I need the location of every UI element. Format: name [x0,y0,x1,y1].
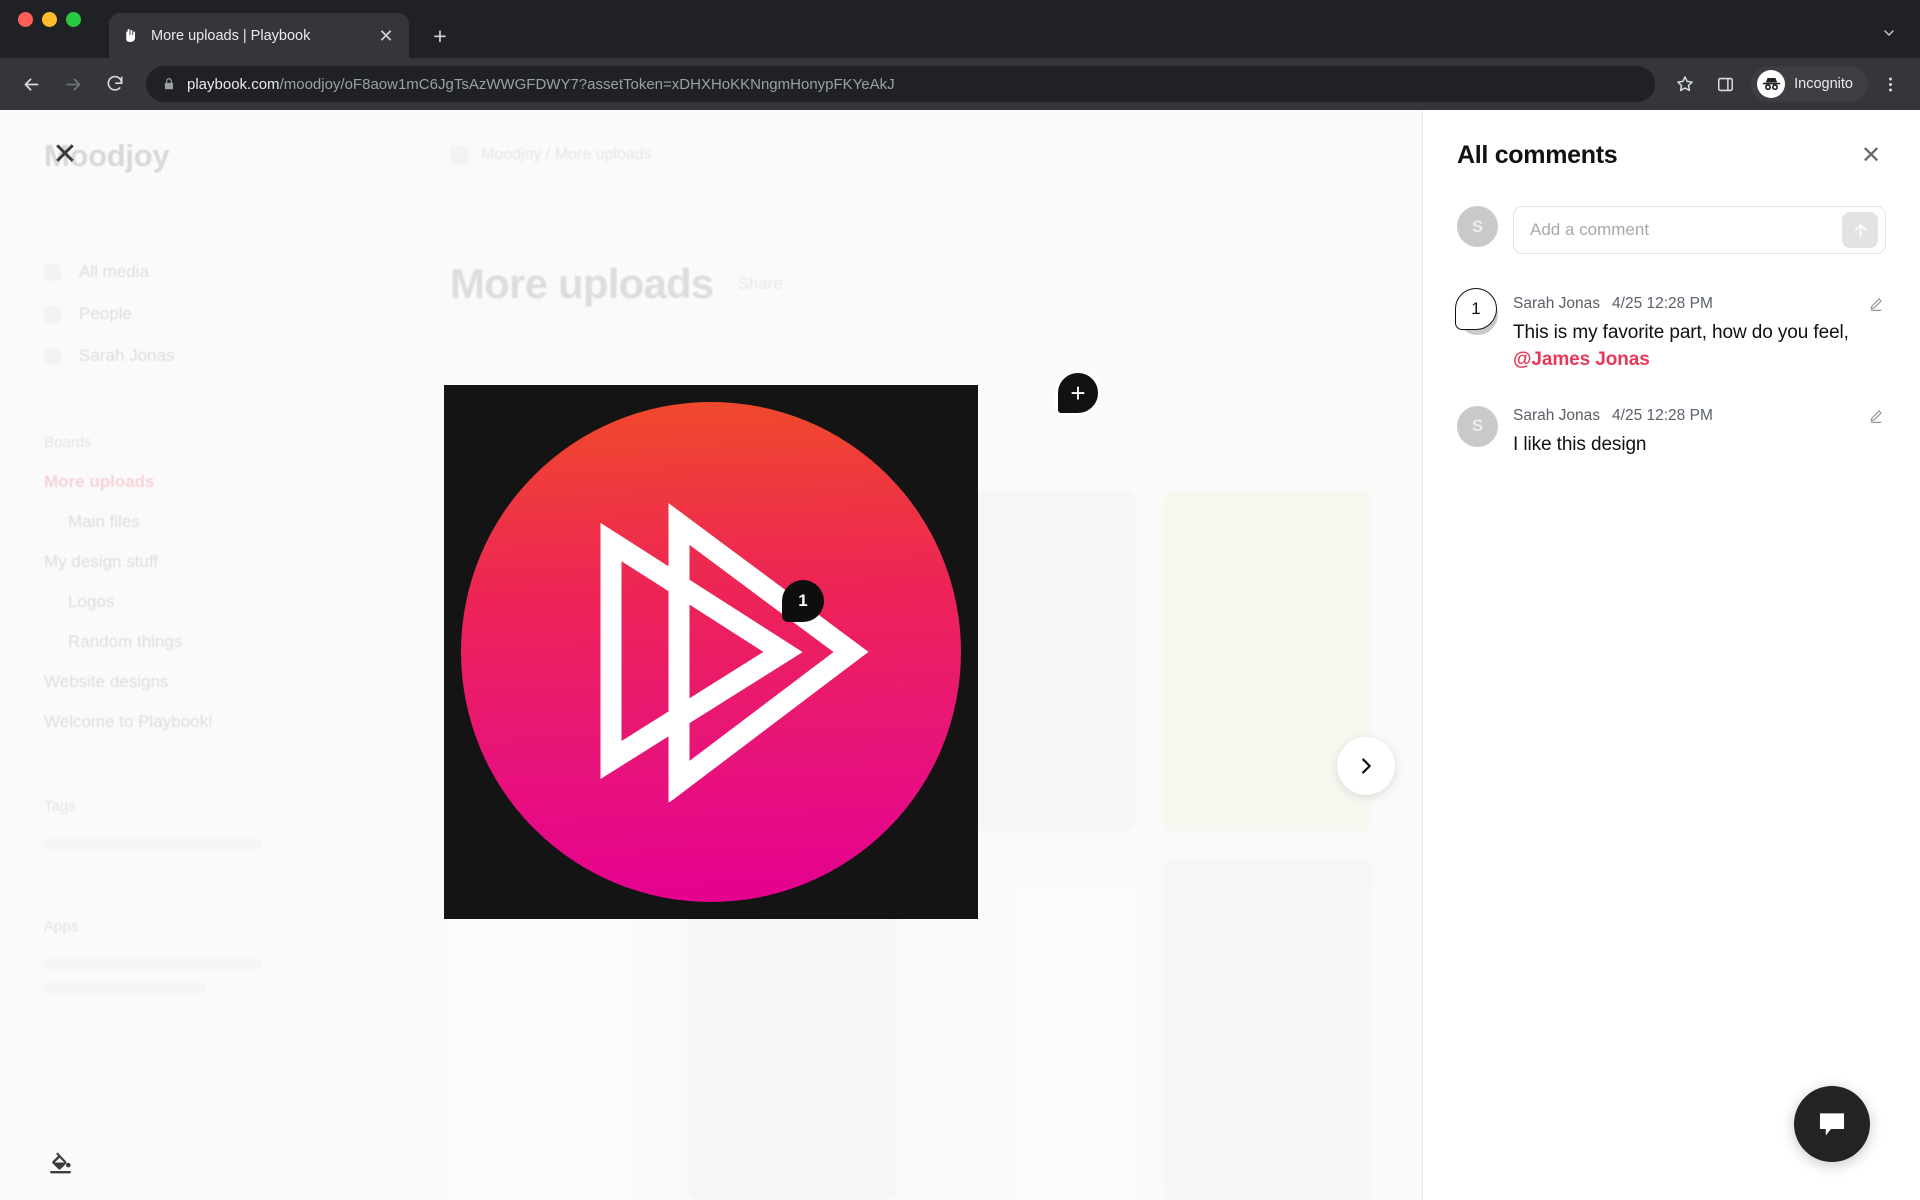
sidebar-board-welcome[interactable]: Welcome to Playbook! [44,702,356,742]
comment-input[interactable] [1530,220,1842,240]
comment-avatar-wrapper: S [1457,405,1498,459]
browser-tab-title: More uploads | Playbook [151,27,311,44]
browser-window: More uploads | Playbook ✕ + playbook.com… [0,0,1920,1200]
browser-tab[interactable]: More uploads | Playbook ✕ [109,13,409,58]
close-lightbox-button[interactable]: ✕ [48,137,82,171]
sidebar-board-my-design-stuff[interactable]: My design stuff [44,542,356,582]
comment-meta: Sarah Jonas 4/25 12:28 PM [1513,406,1886,426]
comment-body: Sarah Jonas 4/25 12:28 PM This is my fav… [1513,294,1886,374]
close-icon[interactable]: ✕ [1856,140,1886,170]
browser-toolbar: playbook.com/moodjoy/oF8aow1mC6JgTsAzWWG… [0,58,1920,110]
address-bar-url: playbook.com/moodjoy/oF8aow1mC6JgTsAzWWG… [187,76,895,93]
comment-text: I like this design [1513,433,1647,455]
comment-text: This is my favorite part, how do you fee… [1513,320,1886,374]
comments-panel-title: All comments [1457,140,1618,169]
page-title: More uploads [450,260,714,307]
comment-input-wrapper[interactable] [1513,206,1886,254]
comment-body: Sarah Jonas 4/25 12:28 PM I like this de… [1513,406,1886,459]
paint-bucket-icon[interactable] [44,1146,76,1178]
comment-pin-1[interactable]: 1 [782,580,824,622]
incognito-label: Incognito [1794,76,1853,92]
sidebar-item-people[interactable]: People [44,294,356,334]
close-window-button[interactable] [18,11,33,27]
sidebar-item-sarah-jonas[interactable]: Sarah Jonas [44,336,356,376]
support-chat-button[interactable] [1794,1086,1870,1162]
sidebar-item-label: All media [79,262,149,281]
comment-pin-number[interactable]: 1 [1455,288,1497,330]
workspace-brand: Moodjoy [44,138,170,173]
incognito-profile-chip[interactable]: Incognito [1751,66,1868,102]
incognito-icon [1757,70,1786,98]
media-icon [44,263,61,281]
asset-grid-item[interactable] [1162,859,1372,1200]
sidebar-board-logos[interactable]: Logos [44,582,356,622]
sidebar-placeholder-line [44,958,263,970]
avatar: S [1457,405,1498,447]
window-controls [18,0,81,58]
url-path: /moodjoy/oF8aow1mC6JgTsAzWWGFDWY7?assetT… [279,75,895,93]
add-comment-pin-button[interactable]: + [1055,370,1101,416]
comment-mention[interactable]: @James Jonas [1513,349,1650,370]
send-comment-button[interactable] [1842,212,1878,248]
three-dot-menu-icon[interactable] [1872,66,1908,102]
lightbox-asset[interactable]: + 1 [444,370,1101,919]
comment-timestamp: 4/25 12:28 PM [1612,406,1713,424]
sidebar-section-tags: Tags [44,797,76,815]
board-icon [450,145,469,165]
sidebar-section-apps: Apps [44,917,79,935]
breadcrumb-text: Moodjoy / More uploads [481,146,652,163]
comment-composer: S [1457,206,1886,254]
comment-item: S Sarah Jonas 4/25 12:28 PM I like this … [1457,405,1886,459]
breadcrumb: Moodjoy / More uploads [450,140,1372,170]
sidebar-board-random-things[interactable]: Random things [44,622,356,662]
sidebar-item-all-media[interactable]: All media [44,252,356,292]
sidebar-item-label: People [79,304,132,323]
user-icon [44,347,61,365]
comment-item: S 1 Sarah Jonas 4/25 12:28 PM [1455,288,1886,374]
sidebar-placeholder-line [44,838,263,850]
sidebar-board-website-designs[interactable]: Website designs [44,662,356,702]
comment-author: Sarah Jonas [1513,295,1601,312]
playbook-hand-icon [121,26,140,45]
reload-icon[interactable] [96,65,134,103]
minimize-window-button[interactable] [42,11,57,27]
page-title-row: More uploads Share [450,260,1372,308]
comment-author: Sarah Jonas [1513,406,1601,424]
comment-meta: Sarah Jonas 4/25 12:28 PM [1513,294,1886,314]
avatar: S [1457,206,1498,247]
star-icon[interactable] [1667,66,1703,102]
side-panel-icon[interactable] [1707,66,1743,102]
comment-timestamp: 4/25 12:28 PM [1612,295,1713,312]
address-bar[interactable]: playbook.com/moodjoy/oF8aow1mC6JgTsAzWWG… [146,66,1656,102]
play-triangles-icon [600,503,869,802]
arrow-left-icon[interactable] [12,65,50,103]
comments-panel: All comments ✕ S S 1 [1422,110,1920,1200]
share-button[interactable]: Share [737,274,782,294]
sidebar-board-more-uploads[interactable]: More uploads [44,462,356,502]
comments-panel-header: All comments ✕ [1457,140,1886,170]
sidebar-section-boards: Boards [44,433,92,451]
chevron-down-icon[interactable] [1872,16,1906,50]
people-icon [44,305,61,323]
page-viewport: Moodjoy All media People Sarah Jonas Boa… [0,110,1920,1200]
comment-avatar-wrapper: S 1 [1455,288,1498,374]
maximize-window-button[interactable] [66,11,81,27]
comment-text-body: This is my favorite part, how do you fee… [1513,322,1849,343]
pencil-icon[interactable] [1866,406,1886,426]
playbook-logo-graphic: + [461,370,1101,902]
next-asset-button[interactable] [1337,737,1395,795]
sidebar-item-label: Sarah Jonas [79,346,175,365]
close-icon[interactable]: ✕ [375,25,397,47]
sidebar-placeholder-line [44,982,207,994]
chevron-right-icon [1355,755,1377,777]
chat-bubble-icon [1815,1107,1849,1141]
browser-tabstrip: More uploads | Playbook ✕ + [0,0,1920,58]
pencil-icon[interactable] [1866,294,1886,314]
sidebar-board-main-files[interactable]: Main files [44,502,356,542]
plus-icon[interactable]: + [423,19,457,53]
app-sidebar: Moodjoy All media People Sarah Jonas Boa… [0,110,400,1200]
url-host: playbook.com [187,75,280,93]
arrow-right-icon[interactable] [54,65,92,103]
lock-icon [162,77,176,91]
